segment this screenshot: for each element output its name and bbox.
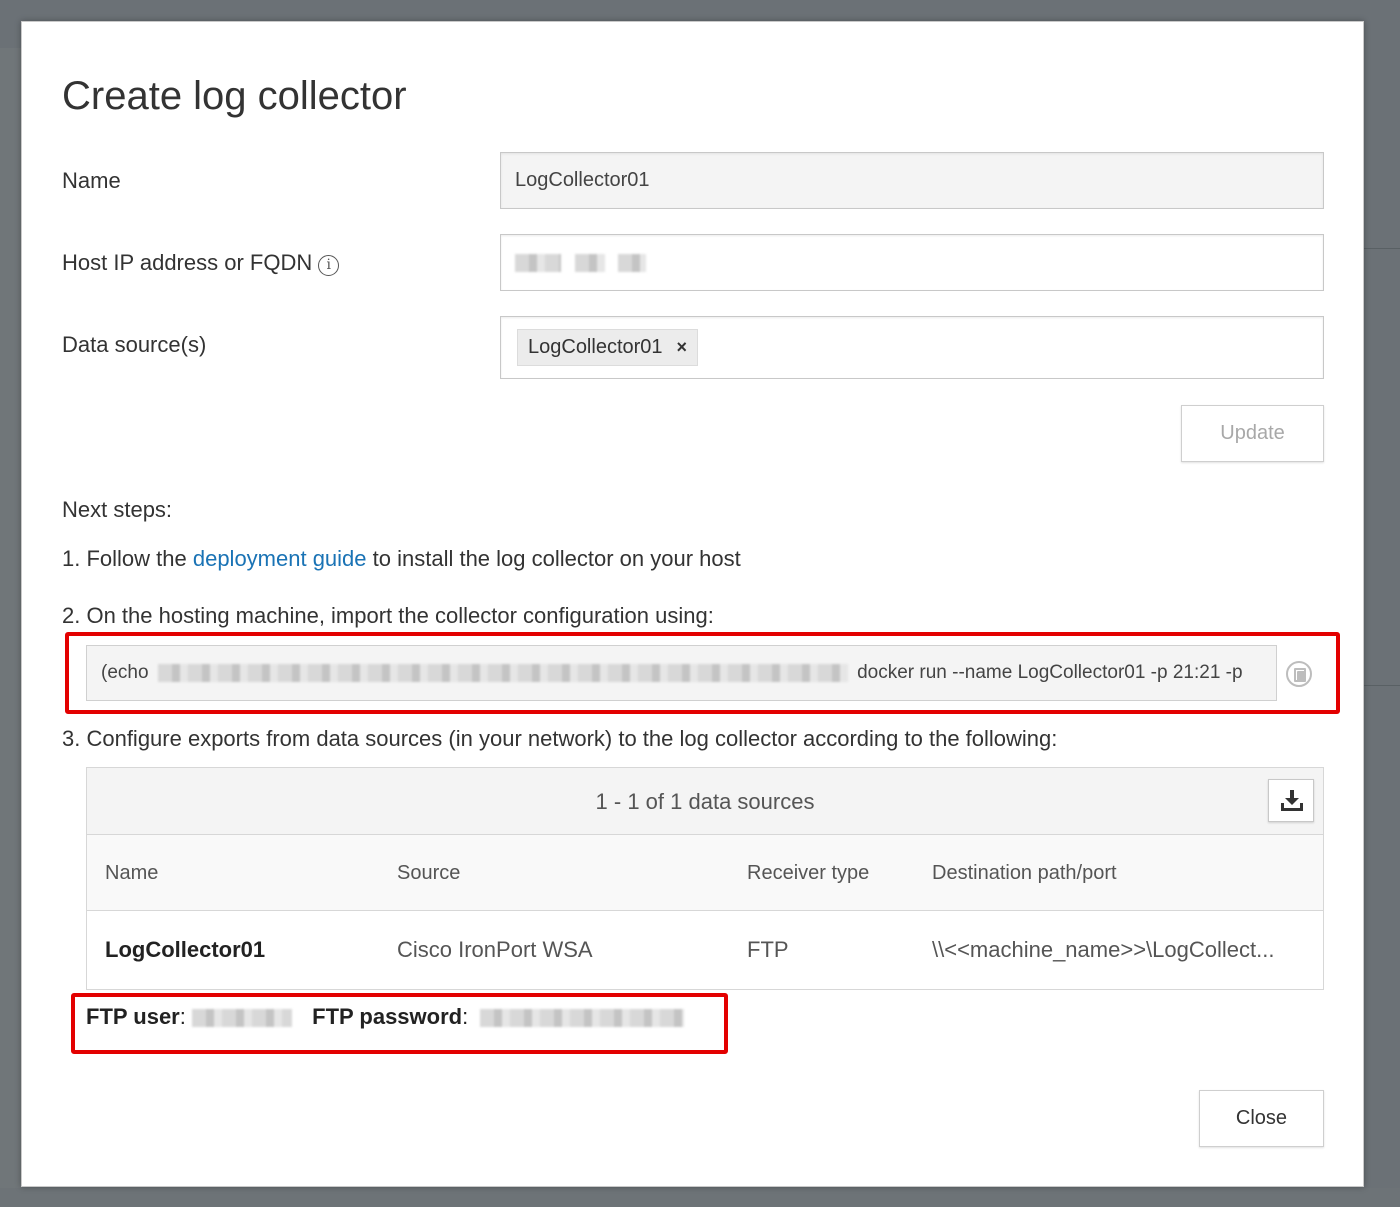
command-suffix: docker run --name LogCollector01 -p 21:2… xyxy=(857,662,1243,683)
data-sources-label: Data source(s) xyxy=(62,332,207,357)
name-input[interactable]: LogCollector01 xyxy=(500,152,1324,209)
chip-remove-icon[interactable]: × xyxy=(677,337,688,357)
update-button[interactable]: Update xyxy=(1181,405,1324,462)
step-1-prefix: 1. Follow the xyxy=(62,546,193,571)
colon: : xyxy=(462,1004,469,1029)
create-log-collector-dialog: Create log collector Name LogCollector01… xyxy=(21,21,1364,1187)
command-box[interactable]: (echo docker run --name LogCollector01 -… xyxy=(86,645,1277,701)
data-sources-table: 1 - 1 of 1 data sources Name Source Rece… xyxy=(86,767,1324,990)
host-label-text: Host IP address or FQDN xyxy=(62,250,313,275)
column-header-receiver-type[interactable]: Receiver type xyxy=(747,835,869,911)
chip-label: LogCollector01 xyxy=(528,336,663,358)
cell-receiver-type: FTP xyxy=(747,937,789,962)
table-row[interactable]: LogCollector01 Cisco IronPort WSA FTP \\… xyxy=(87,911,1323,989)
redacted-ftp-user xyxy=(192,1009,292,1028)
data-source-chip: LogCollector01 × xyxy=(517,329,699,366)
name-label: Name xyxy=(62,168,121,193)
step-1: 1. Follow the deployment guide to instal… xyxy=(62,546,741,572)
copy-icon[interactable] xyxy=(1286,661,1312,687)
deployment-guide-link[interactable]: deployment guide xyxy=(193,546,367,571)
cell-name: LogCollector01 xyxy=(105,937,266,962)
download-icon xyxy=(1281,790,1303,811)
redacted-host xyxy=(515,253,561,272)
command-prefix: (echo xyxy=(101,662,149,683)
table-header: Name Source Receiver type Destination pa… xyxy=(87,835,1323,911)
redacted-command xyxy=(157,663,848,682)
ftp-user-label: FTP user xyxy=(86,1004,180,1029)
redacted-ftp-password xyxy=(480,1009,685,1028)
background-divider xyxy=(1364,685,1400,686)
ftp-password-label: FTP password xyxy=(312,1004,463,1029)
background-footer xyxy=(0,1188,1400,1207)
step-3: 3. Configure exports from data sources (… xyxy=(62,726,1058,751)
redacted-host xyxy=(574,253,605,272)
close-button[interactable]: Close xyxy=(1199,1090,1324,1147)
step-2: 2. On the hosting machine, import the co… xyxy=(62,603,714,628)
download-button[interactable] xyxy=(1268,779,1314,822)
column-header-destination[interactable]: Destination path/port xyxy=(932,835,1117,911)
cell-source: Cisco IronPort WSA xyxy=(397,937,593,962)
info-icon[interactable]: i xyxy=(318,255,340,276)
colon: : xyxy=(179,1004,186,1029)
dialog-title: Create log collector xyxy=(62,74,407,118)
redacted-host xyxy=(618,253,647,272)
ftp-credentials: FTP user: FTP password: xyxy=(86,1004,685,1030)
cell-destination: \\<<machine_name>>\LogCollect... xyxy=(932,937,1275,962)
background-sidebar xyxy=(0,48,22,1207)
background-divider xyxy=(1364,248,1400,249)
data-sources-input[interactable]: LogCollector01 × xyxy=(500,316,1324,379)
next-steps-heading: Next steps: xyxy=(62,497,173,522)
column-header-source[interactable]: Source xyxy=(397,835,460,911)
host-label: Host IP address or FQDN i xyxy=(62,250,340,276)
table-toolbar: 1 - 1 of 1 data sources xyxy=(87,768,1323,835)
step-1-suffix: to install the log collector on your hos… xyxy=(366,546,741,571)
table-count: 1 - 1 of 1 data sources xyxy=(595,789,815,814)
host-input[interactable] xyxy=(500,234,1324,291)
column-header-name[interactable]: Name xyxy=(105,835,158,911)
